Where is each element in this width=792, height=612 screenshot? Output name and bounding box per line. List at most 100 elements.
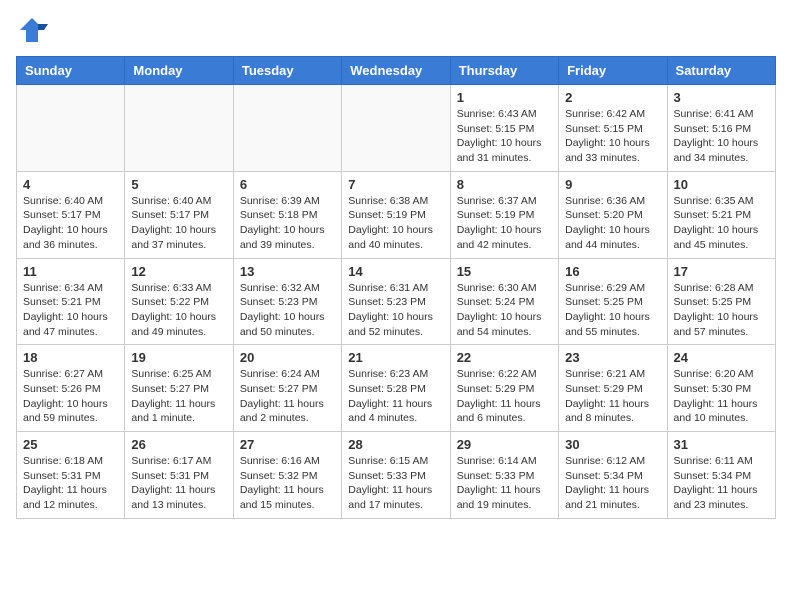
day-number: 14	[348, 264, 443, 279]
logo-icon	[16, 16, 48, 44]
calendar-cell: 15 Sunrise: 6:30 AM Sunset: 5:24 PM Dayli…	[450, 258, 558, 345]
day-number: 6	[240, 177, 335, 192]
day-number: 12	[131, 264, 226, 279]
day-info: Sunrise: 6:41 AM Sunset: 5:16 PM Dayligh…	[674, 107, 769, 166]
calendar-cell: 2Sunrise: 6:42 AM Sunset: 5:15 PM Daylig…	[559, 85, 667, 172]
day-number: 29	[457, 437, 552, 452]
calendar-cell	[125, 85, 233, 172]
calendar-cell: 1 Sunrise: 6:43 AM Sunset: 5:15 PM Daylig…	[450, 85, 558, 172]
day-number: 27	[240, 437, 335, 452]
calendar-cell	[342, 85, 450, 172]
day-info: Sunrise: 6:21 AM Sunset: 5:29 PM Dayligh…	[565, 367, 660, 426]
calendar-cell: 10 Sunrise: 6:35 AM Sunset: 5:21 PM Dayli…	[667, 171, 775, 258]
day-info: Sunrise: 6:27 AM Sunset: 5:26 PM Dayligh…	[23, 367, 118, 426]
day-info: Sunrise: 6:15 AM Sunset: 5:33 PM Dayligh…	[348, 454, 443, 513]
day-info: Sunrise: 6:43 AM Sunset: 5:15 PM Dayligh…	[457, 107, 552, 166]
day-info: Sunrise: 6:28 AM Sunset: 5:25 PM Dayligh…	[674, 281, 769, 340]
calendar-cell: 9Sunrise: 6:36 AM Sunset: 5:20 PM Daylig…	[559, 171, 667, 258]
calendar-cell: 8 Sunrise: 6:37 AM Sunset: 5:19 PM Daylig…	[450, 171, 558, 258]
day-info: Sunrise: 6:35 AM Sunset: 5:21 PM Dayligh…	[674, 194, 769, 253]
day-number: 24	[674, 350, 769, 365]
calendar-cell: 17Sunrise: 6:28 AM Sunset: 5:25 PM Dayli…	[667, 258, 775, 345]
day-info: Sunrise: 6:17 AM Sunset: 5:31 PM Dayligh…	[131, 454, 226, 513]
day-info: Sunrise: 6:29 AM Sunset: 5:25 PM Dayligh…	[565, 281, 660, 340]
day-number: 15	[457, 264, 552, 279]
day-info: Sunrise: 6:23 AM Sunset: 5:28 PM Dayligh…	[348, 367, 443, 426]
day-info: Sunrise: 6:37 AM Sunset: 5:19 PM Dayligh…	[457, 194, 552, 253]
calendar-cell: 12 Sunrise: 6:33 AM Sunset: 5:22 PM Dayli…	[125, 258, 233, 345]
logo	[16, 16, 52, 44]
day-info: Sunrise: 6:25 AM Sunset: 5:27 PM Dayligh…	[131, 367, 226, 426]
day-info: Sunrise: 6:30 AM Sunset: 5:24 PM Dayligh…	[457, 281, 552, 340]
day-number: 21	[348, 350, 443, 365]
col-header-saturday: Saturday	[667, 57, 775, 85]
calendar-cell: 21 Sunrise: 6:23 AM Sunset: 5:28 PM Dayli…	[342, 345, 450, 432]
col-header-monday: Monday	[125, 57, 233, 85]
calendar-cell	[233, 85, 341, 172]
day-info: Sunrise: 6:31 AM Sunset: 5:23 PM Dayligh…	[348, 281, 443, 340]
calendar-week-row: 1 Sunrise: 6:43 AM Sunset: 5:15 PM Daylig…	[17, 85, 776, 172]
calendar-cell: 18 Sunrise: 6:27 AM Sunset: 5:26 PM Dayli…	[17, 345, 125, 432]
calendar-cell: 30 Sunrise: 6:12 AM Sunset: 5:34 PM Dayli…	[559, 432, 667, 519]
day-number: 30	[565, 437, 660, 452]
day-number: 13	[240, 264, 335, 279]
day-info: Sunrise: 6:24 AM Sunset: 5:27 PM Dayligh…	[240, 367, 335, 426]
calendar-cell: 4 Sunrise: 6:40 AM Sunset: 5:17 PM Daylig…	[17, 171, 125, 258]
day-number: 5	[131, 177, 226, 192]
col-header-sunday: Sunday	[17, 57, 125, 85]
col-header-tuesday: Tuesday	[233, 57, 341, 85]
day-info: Sunrise: 6:32 AM Sunset: 5:23 PM Dayligh…	[240, 281, 335, 340]
day-info: Sunrise: 6:11 AM Sunset: 5:34 PM Dayligh…	[674, 454, 769, 513]
calendar-cell: 3 Sunrise: 6:41 AM Sunset: 5:16 PM Daylig…	[667, 85, 775, 172]
calendar-cell: 24 Sunrise: 6:20 AM Sunset: 5:30 PM Dayli…	[667, 345, 775, 432]
calendar-cell: 5 Sunrise: 6:40 AM Sunset: 5:17 PM Daylig…	[125, 171, 233, 258]
calendar-table: SundayMondayTuesdayWednesdayThursdayFrid…	[16, 56, 776, 519]
day-info: Sunrise: 6:40 AM Sunset: 5:17 PM Dayligh…	[23, 194, 118, 253]
calendar-cell: 22Sunrise: 6:22 AM Sunset: 5:29 PM Dayli…	[450, 345, 558, 432]
calendar-cell: 20 Sunrise: 6:24 AM Sunset: 5:27 PM Dayli…	[233, 345, 341, 432]
day-number: 7	[348, 177, 443, 192]
day-info: Sunrise: 6:22 AM Sunset: 5:29 PM Dayligh…	[457, 367, 552, 426]
day-info: Sunrise: 6:18 AM Sunset: 5:31 PM Dayligh…	[23, 454, 118, 513]
calendar-cell: 28Sunrise: 6:15 AM Sunset: 5:33 PM Dayli…	[342, 432, 450, 519]
calendar-cell: 16Sunrise: 6:29 AM Sunset: 5:25 PM Dayli…	[559, 258, 667, 345]
calendar-cell	[17, 85, 125, 172]
day-info: Sunrise: 6:12 AM Sunset: 5:34 PM Dayligh…	[565, 454, 660, 513]
calendar-cell: 25Sunrise: 6:18 AM Sunset: 5:31 PM Dayli…	[17, 432, 125, 519]
day-info: Sunrise: 6:40 AM Sunset: 5:17 PM Dayligh…	[131, 194, 226, 253]
calendar-cell: 27 Sunrise: 6:16 AM Sunset: 5:32 PM Dayli…	[233, 432, 341, 519]
day-number: 20	[240, 350, 335, 365]
day-number: 11	[23, 264, 118, 279]
col-header-thursday: Thursday	[450, 57, 558, 85]
day-number: 23	[565, 350, 660, 365]
day-info: Sunrise: 6:34 AM Sunset: 5:21 PM Dayligh…	[23, 281, 118, 340]
calendar-week-row: 18 Sunrise: 6:27 AM Sunset: 5:26 PM Dayli…	[17, 345, 776, 432]
calendar-cell: 13 Sunrise: 6:32 AM Sunset: 5:23 PM Dayli…	[233, 258, 341, 345]
day-number: 1	[457, 90, 552, 105]
day-number: 31	[674, 437, 769, 452]
calendar-cell: 11 Sunrise: 6:34 AM Sunset: 5:21 PM Dayli…	[17, 258, 125, 345]
day-number: 3	[674, 90, 769, 105]
col-header-friday: Friday	[559, 57, 667, 85]
calendar-cell: 23 Sunrise: 6:21 AM Sunset: 5:29 PM Dayli…	[559, 345, 667, 432]
day-info: Sunrise: 6:38 AM Sunset: 5:19 PM Dayligh…	[348, 194, 443, 253]
page-header	[16, 16, 776, 44]
day-info: Sunrise: 6:16 AM Sunset: 5:32 PM Dayligh…	[240, 454, 335, 513]
day-info: Sunrise: 6:20 AM Sunset: 5:30 PM Dayligh…	[674, 367, 769, 426]
day-info: Sunrise: 6:39 AM Sunset: 5:18 PM Dayligh…	[240, 194, 335, 253]
calendar-cell: 7 Sunrise: 6:38 AM Sunset: 5:19 PM Daylig…	[342, 171, 450, 258]
day-number: 8	[457, 177, 552, 192]
day-info: Sunrise: 6:33 AM Sunset: 5:22 PM Dayligh…	[131, 281, 226, 340]
calendar-cell: 26Sunrise: 6:17 AM Sunset: 5:31 PM Dayli…	[125, 432, 233, 519]
day-info: Sunrise: 6:14 AM Sunset: 5:33 PM Dayligh…	[457, 454, 552, 513]
day-number: 18	[23, 350, 118, 365]
calendar-cell: 31 Sunrise: 6:11 AM Sunset: 5:34 PM Dayli…	[667, 432, 775, 519]
calendar-cell: 19 Sunrise: 6:25 AM Sunset: 5:27 PM Dayli…	[125, 345, 233, 432]
calendar-week-row: 4 Sunrise: 6:40 AM Sunset: 5:17 PM Daylig…	[17, 171, 776, 258]
day-number: 4	[23, 177, 118, 192]
day-number: 2	[565, 90, 660, 105]
day-number: 19	[131, 350, 226, 365]
day-number: 10	[674, 177, 769, 192]
calendar-cell: 14 Sunrise: 6:31 AM Sunset: 5:23 PM Dayli…	[342, 258, 450, 345]
calendar-cell: 6 Sunrise: 6:39 AM Sunset: 5:18 PM Daylig…	[233, 171, 341, 258]
